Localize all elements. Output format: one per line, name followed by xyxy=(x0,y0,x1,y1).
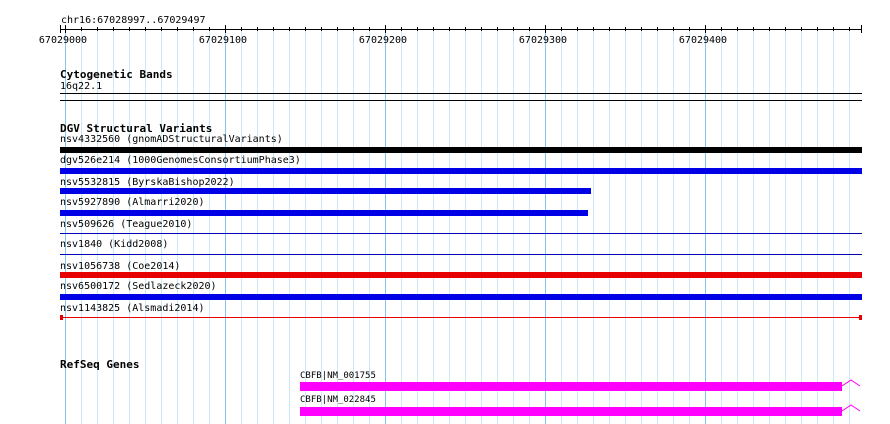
dgv-feature-bar[interactable] xyxy=(60,210,588,216)
dgv-feature-end-cap xyxy=(859,315,862,320)
dgv-feature-bar[interactable] xyxy=(60,168,862,174)
gene-label: CBFB|NM_001755 xyxy=(300,371,376,381)
cytoband-track-title: Cytogenetic Bands xyxy=(60,68,173,81)
ruler-tick-label: 67029100 xyxy=(198,35,248,46)
dgv-feature-bar[interactable] xyxy=(60,317,862,318)
refseq-track-title: RefSeq Genes xyxy=(60,358,140,371)
dgv-feature-label: nsv6500172 (Sedlazeck2020) xyxy=(60,281,217,292)
cytoband-band-lower xyxy=(60,100,862,101)
cytoband-band[interactable] xyxy=(60,93,862,94)
dgv-feature-bar[interactable] xyxy=(60,147,862,153)
gene-label: CBFB|NM_022845 xyxy=(300,395,376,405)
gene-intron-connector xyxy=(842,379,861,387)
cytoband-label: 16q22.1 xyxy=(60,81,103,92)
ruler-location: chr16:67028997..67029497 xyxy=(61,15,206,26)
dgv-feature-label: nsv4332560 (gnomADStructuralVariants) xyxy=(60,134,283,145)
dgv-feature-label: nsv1143825 (Alsmadi2014) xyxy=(60,303,205,314)
dgv-feature-bar[interactable] xyxy=(60,272,862,278)
dgv-feature-label: dgv526e214 (1000GenomesConsortiumPhase3) xyxy=(60,155,301,166)
dgv-feature-bar[interactable] xyxy=(60,294,862,300)
dgv-feature-label: nsv5927890 (Almarri2020) xyxy=(60,197,205,208)
dgv-feature-label: nsv1840 (Kidd2008) xyxy=(60,239,169,250)
ruler-tick-label: 67029200 xyxy=(358,35,408,46)
dgv-feature-end-cap xyxy=(60,315,63,320)
dgv-feature-bar[interactable] xyxy=(60,254,862,255)
ruler-tick-label: 67029000 xyxy=(38,35,88,46)
ruler-tick-label: 67029300 xyxy=(518,35,568,46)
gene-exon-bar[interactable] xyxy=(300,407,842,416)
dgv-feature-bar[interactable] xyxy=(60,233,862,234)
gene-exon-bar[interactable] xyxy=(300,382,842,391)
gene-intron-connector xyxy=(842,404,861,412)
ruler-tick-label: 67029400 xyxy=(678,35,728,46)
genome-browser-view: chr16:67028997..67029497 67029000 670291… xyxy=(0,0,890,424)
dgv-feature-label: nsv509626 (Teague2010) xyxy=(60,219,193,230)
dgv-feature-bar[interactable] xyxy=(60,188,591,194)
